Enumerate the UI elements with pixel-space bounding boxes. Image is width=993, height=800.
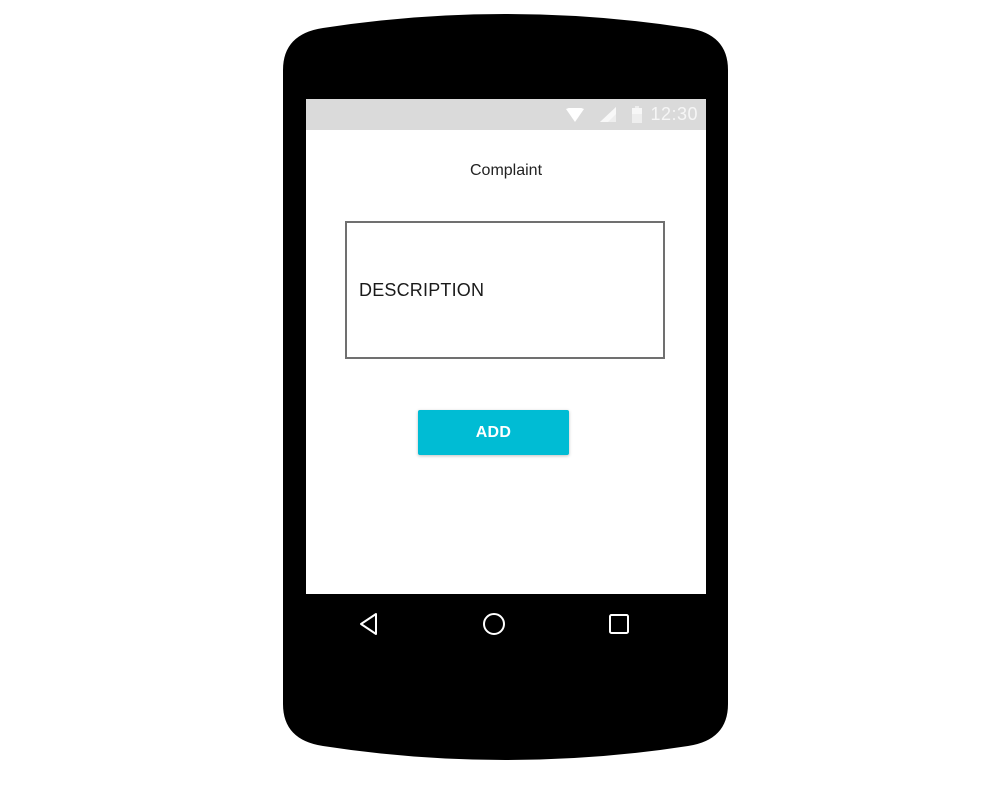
status-time: 12:30: [650, 104, 698, 124]
nav-recent-apps-button[interactable]: [603, 608, 635, 640]
add-button-label: ADD: [475, 423, 512, 441]
back-icon: [358, 612, 380, 636]
recent-apps-icon: [608, 613, 630, 635]
home-icon: [482, 612, 506, 636]
phone-screen: 12:30 Complaint DESCRIPTION ADD: [306, 99, 706, 594]
description-input[interactable]: DESCRIPTION: [345, 221, 665, 359]
status-bar: 12:30: [306, 99, 706, 130]
add-button[interactable]: ADD: [418, 410, 569, 455]
wifi-icon: [566, 107, 585, 122]
battery-icon: [632, 106, 643, 123]
status-icons: 12:30: [550, 99, 698, 130]
nav-home-button[interactable]: [478, 608, 510, 640]
signal-icon: [600, 107, 617, 122]
page-title: Complaint: [469, 162, 543, 179]
nav-back-button[interactable]: [353, 608, 385, 640]
description-placeholder: DESCRIPTION: [359, 280, 485, 300]
app-mockup: 12:30 Complaint DESCRIPTION ADD: [0, 0, 993, 800]
